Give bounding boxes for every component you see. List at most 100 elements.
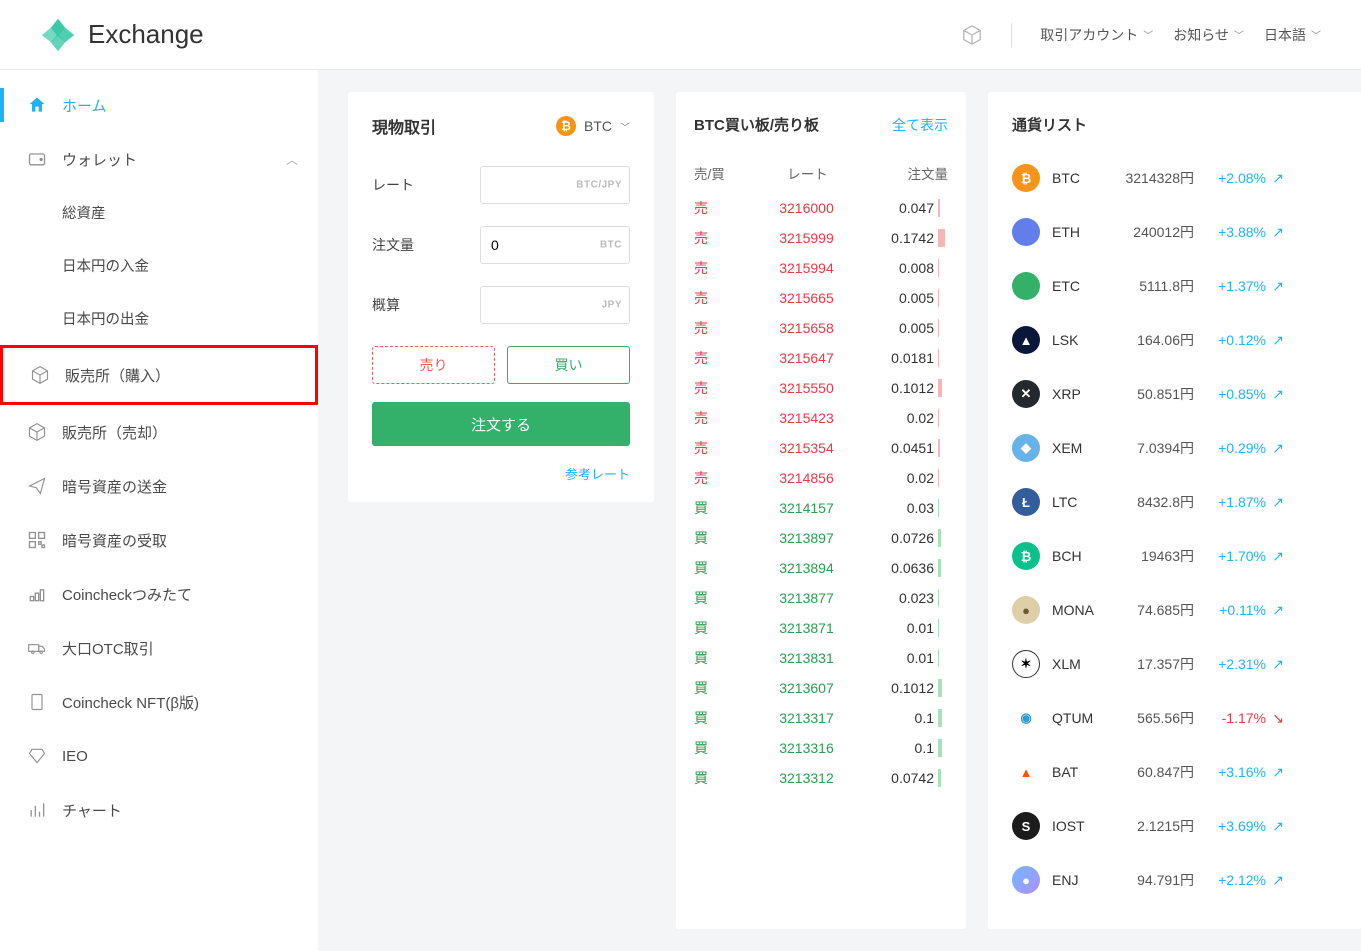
sidebar-item-chart[interactable]: チャート bbox=[0, 783, 318, 837]
sidebar-sub-withdraw-jpy[interactable]: 日本円の出金 bbox=[0, 292, 318, 345]
ob-side: 買 bbox=[694, 738, 749, 758]
trend-arrow-icon: ↗ bbox=[1266, 440, 1284, 457]
nav-lang[interactable]: 日本語﹀ bbox=[1264, 25, 1321, 45]
nav-notice[interactable]: お知らせ﹀ bbox=[1173, 25, 1244, 45]
sidebar-item-send-crypto[interactable]: 暗号資産の送金 bbox=[0, 459, 318, 513]
logo[interactable]: Exchange bbox=[40, 17, 204, 53]
ob-rate: 3213871 bbox=[749, 620, 864, 636]
btc-icon: ₿ bbox=[556, 116, 576, 136]
sidebar-item-home[interactable]: ホーム bbox=[0, 78, 318, 132]
ob-rate: 3215550 bbox=[749, 380, 864, 396]
coin-price: 5111.8円 bbox=[1108, 276, 1194, 296]
ob-qty: 0.1012 bbox=[864, 380, 934, 396]
sidebar-item-wallet[interactable]: ウォレット ︿ bbox=[0, 132, 318, 186]
currency-row-lsk[interactable]: ▲LSK164.06円+0.12%↗ bbox=[1010, 313, 1361, 367]
showall-link[interactable]: 全て表示 bbox=[892, 115, 948, 135]
currency-row-bat[interactable]: ▲BAT60.847円+3.16%↗ bbox=[1010, 745, 1361, 799]
sidebar-sub-total[interactable]: 総資産 bbox=[0, 186, 318, 239]
chevron-down-icon: ﹀ bbox=[620, 119, 630, 134]
orderbook-row[interactable]: 売32154230.02 bbox=[694, 403, 948, 433]
orderbook-row[interactable]: 売32156650.005 bbox=[694, 283, 948, 313]
currency-row-btc[interactable]: ₿BTC3214328円+2.08%↗ bbox=[1010, 151, 1361, 205]
ob-qty: 0.0451 bbox=[864, 440, 934, 456]
orderbook-row[interactable]: 買32138970.0726 bbox=[694, 523, 948, 553]
orderbook-row[interactable]: 売32159990.1742 bbox=[694, 223, 948, 253]
orderbook-row[interactable]: 買32138310.01 bbox=[694, 643, 948, 673]
orderbook-row[interactable]: 売32156580.005 bbox=[694, 313, 948, 343]
sidebar: ホーム ウォレット ︿ 総資産 日本円の入金 日本円の出金 販売所（購入） 販売… bbox=[0, 70, 318, 951]
ob-qty: 0.1 bbox=[864, 710, 934, 726]
coin-change: +2.31% bbox=[1194, 656, 1266, 672]
currency-row-eth[interactable]: ♦ETH240012円+3.88%↗ bbox=[1010, 205, 1361, 259]
sidebar-label: Coincheck NFT(β版) bbox=[62, 692, 199, 713]
ob-side: 売 bbox=[694, 408, 749, 428]
ob-qty: 0.0742 bbox=[864, 770, 934, 786]
sidebar-sub-deposit-jpy[interactable]: 日本円の入金 bbox=[0, 239, 318, 292]
orderbook-row[interactable]: 買32136070.1012 bbox=[694, 673, 948, 703]
coin-change: +0.85% bbox=[1194, 386, 1266, 402]
coin-icon: ✕ bbox=[1012, 380, 1040, 408]
ob-side: 買 bbox=[694, 708, 749, 728]
sidebar-item-receive-crypto[interactable]: 暗号資産の受取 bbox=[0, 513, 318, 567]
sidebar-item-buy-store[interactable]: 販売所（購入） bbox=[0, 345, 318, 405]
currency-row-bch[interactable]: ₿BCH19463円+1.70%↗ bbox=[1010, 529, 1361, 583]
orderbook-row[interactable]: 売32153540.0451 bbox=[694, 433, 948, 463]
currency-row-mona[interactable]: ●MONA74.685円+0.11%↗ bbox=[1010, 583, 1361, 637]
orderbook-panel: BTC買い板/売り板 全て表示 売/買 レート 注文量 売32160000.04… bbox=[676, 92, 966, 929]
ob-bar bbox=[938, 649, 948, 667]
orderbook-row[interactable]: 売32156470.0181 bbox=[694, 343, 948, 373]
orderbook-row[interactable]: 売32155500.1012 bbox=[694, 373, 948, 403]
nav-account[interactable]: 取引アカウント﹀ bbox=[1040, 25, 1153, 45]
sell-button[interactable]: 売り bbox=[372, 346, 495, 384]
orderbook-row[interactable]: 買32133120.0742 bbox=[694, 763, 948, 793]
sidebar-item-otc[interactable]: 大口OTC取引 bbox=[0, 621, 318, 675]
coin-change: +3.69% bbox=[1194, 818, 1266, 834]
orderbook-row[interactable]: 買32133170.1 bbox=[694, 703, 948, 733]
currency-row-iost[interactable]: SIOST2.1215円+3.69%↗ bbox=[1010, 799, 1361, 853]
ob-rate: 3214856 bbox=[749, 470, 864, 486]
currency-row-xem[interactable]: ◆XEM7.0394円+0.29%↗ bbox=[1010, 421, 1361, 475]
ob-bar bbox=[938, 439, 948, 457]
sidebar-item-nft[interactable]: Coincheck NFT(β版) bbox=[0, 675, 318, 729]
buy-button[interactable]: 買い bbox=[507, 346, 630, 384]
coin-change: +1.87% bbox=[1194, 494, 1266, 510]
orderbook-row[interactable]: 買32138710.01 bbox=[694, 613, 948, 643]
header-nav: 取引アカウント﹀ お知らせ﹀ 日本語﹀ bbox=[961, 23, 1321, 47]
wallet-icon bbox=[26, 148, 48, 170]
currency-row-etc[interactable]: ♦ETC5111.8円+1.37%↗ bbox=[1010, 259, 1361, 313]
currency-row-enj[interactable]: ●ENJ94.791円+2.12%↗ bbox=[1010, 853, 1361, 907]
ob-bar bbox=[938, 769, 948, 787]
currency-row-qtum[interactable]: ◉QTUM565.56円-1.17%↘ bbox=[1010, 691, 1361, 745]
orderbook-row[interactable]: 買32138770.023 bbox=[694, 583, 948, 613]
orderbook-row[interactable]: 買32141570.03 bbox=[694, 493, 948, 523]
ob-side: 買 bbox=[694, 528, 749, 548]
currency-row-xrp[interactable]: ✕XRP50.851円+0.85%↗ bbox=[1010, 367, 1361, 421]
sidebar-item-sell-store[interactable]: 販売所（売却） bbox=[0, 405, 318, 459]
coin-icon: ◉ bbox=[1012, 704, 1040, 732]
orderbook-row[interactable]: 買32138940.0636 bbox=[694, 553, 948, 583]
coin-symbol: LSK bbox=[1052, 332, 1108, 348]
currency-select[interactable]: ₿ BTC ﹀ bbox=[556, 116, 630, 136]
order-button[interactable]: 注文する bbox=[372, 402, 630, 446]
currency-row-ltc[interactable]: ŁLTC8432.8円+1.87%↗ bbox=[1010, 475, 1361, 529]
ob-qty: 0.0726 bbox=[864, 530, 934, 546]
sidebar-item-tsumitate[interactable]: Coincheckつみたて bbox=[0, 567, 318, 621]
coin-symbol: ETC bbox=[1052, 278, 1108, 294]
stack-icon bbox=[26, 583, 48, 605]
ob-qty: 0.0181 bbox=[864, 350, 934, 366]
cube-icon[interactable] bbox=[961, 24, 983, 46]
orderbook-row[interactable]: 売32148560.02 bbox=[694, 463, 948, 493]
ob-rate: 3215999 bbox=[749, 230, 864, 246]
orderbook-row[interactable]: 売32159940.008 bbox=[694, 253, 948, 283]
sidebar-item-ieo[interactable]: IEO bbox=[0, 729, 318, 783]
currency-row-xlm[interactable]: ✶XLM17.357円+2.31%↗ bbox=[1010, 637, 1361, 691]
coin-change: +2.12% bbox=[1194, 872, 1266, 888]
coin-price: 164.06円 bbox=[1108, 330, 1194, 350]
orderbook-row[interactable]: 買32133160.1 bbox=[694, 733, 948, 763]
orderbook-row[interactable]: 売32160000.047 bbox=[694, 193, 948, 223]
ref-rate-link[interactable]: 参考レート bbox=[372, 464, 630, 483]
est-unit: JPY bbox=[602, 300, 622, 311]
coin-symbol: LTC bbox=[1052, 494, 1108, 510]
ob-rate: 3215658 bbox=[749, 320, 864, 336]
coin-change: +3.88% bbox=[1194, 224, 1266, 240]
